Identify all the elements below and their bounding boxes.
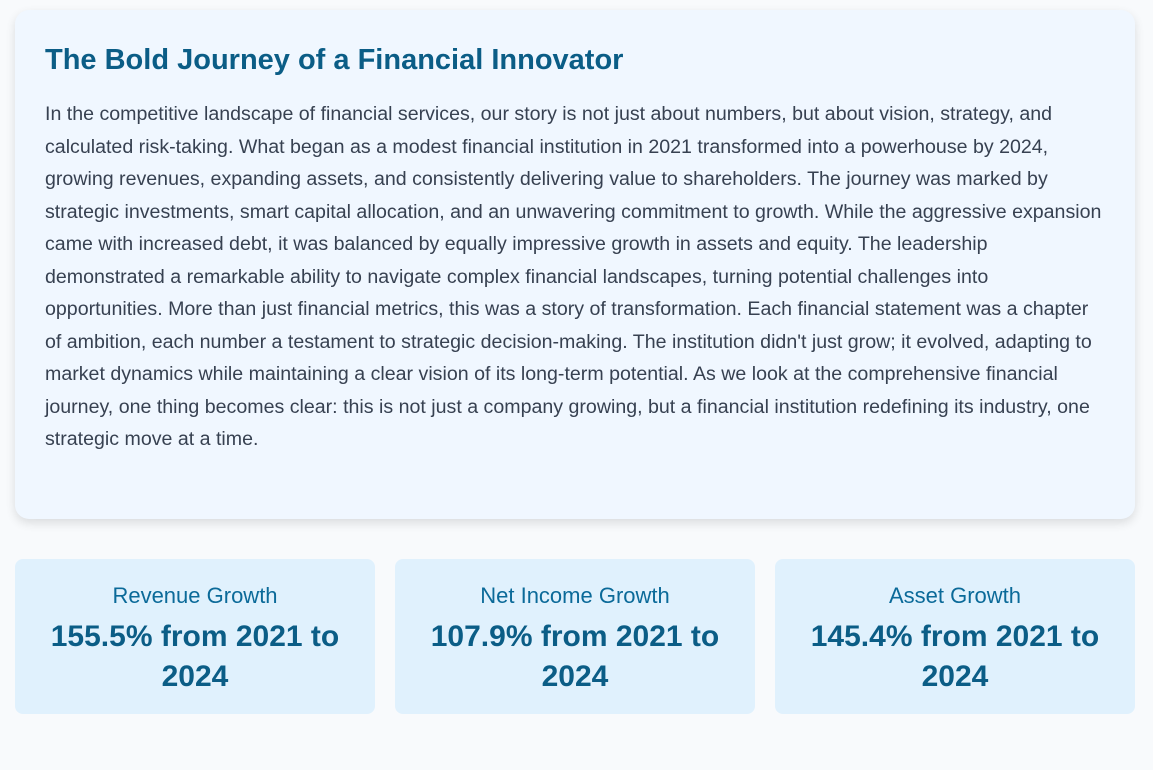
stat-label: Net Income Growth bbox=[480, 583, 670, 608]
stat-card-revenue-growth: Revenue Growth 155.5% from 2021 to 2024 bbox=[15, 559, 375, 714]
stat-label: Asset Growth bbox=[888, 583, 1022, 608]
story-title: The Bold Journey of a Financial Innovato… bbox=[45, 44, 624, 76]
stat-card-net-income-growth: Net Income Growth 107.9% from 2021 to 20… bbox=[395, 559, 755, 714]
stat-card-asset-growth: Asset Growth 145.4% from 2021 to 2024 bbox=[775, 559, 1135, 714]
story-card: The Bold Journey of a Financial Innovato… bbox=[15, 10, 1135, 519]
page: The Bold Journey of a Financial Innovato… bbox=[0, 0, 1153, 770]
stat-value: 145.4% from 2021 to 2024 bbox=[810, 620, 1100, 693]
stat-label: Revenue Growth bbox=[112, 583, 278, 608]
stat-value: 155.5% from 2021 to 2024 bbox=[50, 620, 340, 693]
story-body: In the competitive landscape of financia… bbox=[45, 103, 1102, 450]
stat-value: 107.9% from 2021 to 2024 bbox=[430, 620, 720, 693]
stats-row: Revenue Growth 155.5% from 2021 to 2024 … bbox=[15, 559, 1135, 714]
